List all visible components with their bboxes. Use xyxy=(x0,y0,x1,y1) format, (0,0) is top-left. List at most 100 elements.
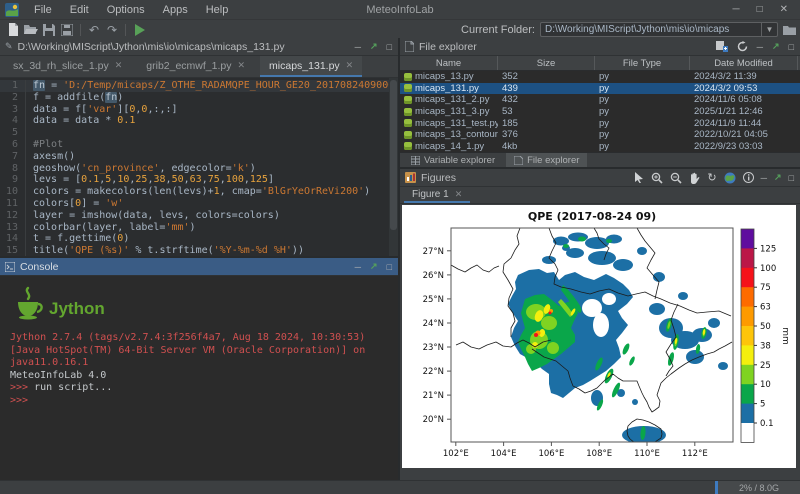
column-header-name[interactable]: Name xyxy=(400,56,498,70)
chevron-down-icon[interactable]: ▼ xyxy=(761,23,777,36)
menu-options[interactable]: Options xyxy=(98,0,154,20)
code-lines: 1fn = 'D:/Temp/micaps/Z_OTHE_RADAMQPE_HO… xyxy=(0,80,398,256)
code-line[interactable]: 1fn = 'D:/Temp/micaps/Z_OTHE_RADAMQPE_HO… xyxy=(0,80,398,92)
globe-icon[interactable] xyxy=(724,172,736,184)
menu-help[interactable]: Help xyxy=(197,0,238,20)
table-row[interactable]: micaps_13.py352py2024/3/2 11:39 xyxy=(400,71,800,83)
code-token: , edgecolor= xyxy=(159,163,231,174)
tab-variable-explorer[interactable]: Variable explorer xyxy=(403,153,503,167)
cell-text: 439 xyxy=(502,83,518,94)
paste-path-icon[interactable] xyxy=(716,41,728,52)
panel-float-icon[interactable]: ↗ xyxy=(370,41,378,52)
console-output[interactable]: Jython Jython 2.7.4 (tags/v2.7.4:3f256f4… xyxy=(0,276,398,480)
cell-text: micaps_13_contourf.py xyxy=(415,129,498,140)
colorbar: 0.15102538506375100125mm xyxy=(741,229,790,443)
table-row[interactable]: micaps_131_3.py53py2025/1/21 12:46 xyxy=(400,106,800,118)
panel-maximize-icon[interactable]: □ xyxy=(387,42,392,52)
tab-file-explorer[interactable]: File explorer xyxy=(506,153,587,167)
table-row[interactable]: micaps_13_contourf.py376py2022/10/21 04:… xyxy=(400,129,800,141)
memory-indicator[interactable]: 2% / 8.0G xyxy=(715,481,800,494)
table-row[interactable]: micaps_131_2.py432py2024/11/6 05:08 xyxy=(400,94,800,106)
menu-edit[interactable]: Edit xyxy=(61,0,98,20)
editor-tab-micaps_131.py[interactable]: micaps_131.py✕ xyxy=(260,56,362,77)
menu-apps[interactable]: Apps xyxy=(154,0,197,20)
editor-tab-sx_3d_rh_slice_1.py[interactable]: sx_3d_rh_slice_1.py✕ xyxy=(4,56,131,77)
column-header-file-type[interactable]: File Type xyxy=(595,56,690,70)
colorbar-unit-label: mm xyxy=(780,327,790,345)
panel-minimize-icon[interactable]: ─ xyxy=(761,173,767,183)
zoom-out-icon[interactable] xyxy=(670,172,682,184)
open-file-button[interactable] xyxy=(22,22,40,38)
window-maximize-button[interactable]: □ xyxy=(757,4,763,15)
code-line[interactable]: 12layer = imshow(data, levs, colors=colo… xyxy=(0,210,398,222)
new-file-button[interactable] xyxy=(4,22,22,38)
panel-minimize-icon[interactable]: ─ xyxy=(355,42,361,52)
panel-minimize-icon[interactable]: ─ xyxy=(355,262,361,272)
code-line[interactable]: 11colors[0] = 'w' xyxy=(0,198,398,210)
table-row[interactable]: micaps_14_1.py4kbpy2022/9/23 03:03 xyxy=(400,141,800,152)
close-icon[interactable]: ✕ xyxy=(115,60,123,71)
editor-scrollbar-thumb[interactable] xyxy=(390,80,397,230)
editor-scrollbar[interactable] xyxy=(389,78,398,256)
code-editor[interactable]: 1fn = 'D:/Temp/micaps/Z_OTHE_RADAMQPE_HO… xyxy=(0,78,398,256)
pointer-icon[interactable] xyxy=(634,172,644,183)
panel-float-icon[interactable]: ↗ xyxy=(774,172,782,183)
undo-button[interactable]: ↶ xyxy=(85,22,103,38)
code-line[interactable]: 8geoshow('cn_province', edgecolor='k') xyxy=(0,163,398,175)
table-row[interactable]: micaps_131.py439py2024/3/2 09:53 xyxy=(400,83,800,95)
panel-minimize-icon[interactable]: ─ xyxy=(757,42,763,52)
menu-file[interactable]: File xyxy=(25,0,61,20)
code-line-content: geoshow('cn_province', edgecolor='k') xyxy=(33,163,256,175)
column-header-size[interactable]: Size xyxy=(498,56,595,70)
refresh-icon[interactable] xyxy=(737,41,748,52)
code-line[interactable]: 13colorbar(layer, label='mm') xyxy=(0,222,398,234)
code-token: fn xyxy=(33,80,45,91)
browse-folder-button[interactable] xyxy=(783,25,796,35)
panel-maximize-icon[interactable]: □ xyxy=(387,262,392,272)
close-icon[interactable]: ✕ xyxy=(238,60,246,71)
close-icon[interactable]: ✕ xyxy=(346,60,354,71)
editor-file-path: D:\Working\MIScript\Jython\mis\io\micaps… xyxy=(18,41,285,53)
panel-maximize-icon[interactable]: □ xyxy=(789,173,794,183)
svg-text:21°N: 21°N xyxy=(423,391,444,401)
code-line[interactable]: 6#Plot xyxy=(0,139,398,151)
code-line[interactable]: 9levs = [0.1,5,10,25,38,50,63,75,100,125… xyxy=(0,174,398,186)
info-icon[interactable] xyxy=(743,172,754,183)
save-as-button[interactable] xyxy=(58,22,76,38)
code-line[interactable]: 4data = data * 0.1 xyxy=(0,115,398,127)
window-controls: ─ □ ✕ xyxy=(732,4,800,15)
run-script-button[interactable] xyxy=(130,22,148,38)
redo-button[interactable]: ↷ xyxy=(103,22,121,38)
window-minimize-button[interactable]: ─ xyxy=(732,4,739,15)
close-icon[interactable]: ✕ xyxy=(455,189,463,200)
line-number: 15 xyxy=(0,245,26,256)
rotate-icon[interactable]: ↻ xyxy=(707,171,716,184)
cell-file-type: py xyxy=(595,141,690,152)
cell-text: 2022/10/21 04:05 xyxy=(694,129,768,140)
tab-figure-1[interactable]: Figure 1 ✕ xyxy=(404,187,470,203)
table-row[interactable]: micaps_131_test.py185py2024/11/9 11:44 xyxy=(400,117,800,129)
code-line[interactable]: 5 xyxy=(0,127,398,139)
window-close-button[interactable]: ✕ xyxy=(780,4,788,15)
panel-float-icon[interactable]: ↗ xyxy=(370,261,378,272)
code-line[interactable]: 7axesm() xyxy=(0,151,398,163)
save-button[interactable] xyxy=(40,22,58,38)
panel-maximize-icon[interactable]: □ xyxy=(789,42,794,52)
editor-tab-grib2_ecmwf_1.py[interactable]: grib2_ecmwf_1.py✕ xyxy=(137,56,254,77)
column-header-date-modified[interactable]: Date Modified xyxy=(690,56,798,70)
code-line[interactable]: 2f = addfile(fn) xyxy=(0,92,398,104)
code-line[interactable]: 14t = f.gettime(0) xyxy=(0,233,398,245)
zoom-in-icon[interactable] xyxy=(651,172,663,184)
figure-canvas[interactable]: QPE (2017-08-24 09)102°E104°E106°E108°E1… xyxy=(402,205,796,468)
code-line[interactable]: 15title('QPE (%s)' % t.strftime('%Y-%m-%… xyxy=(0,245,398,256)
code-line-content: data = data * 0.1 xyxy=(33,115,135,127)
svg-text:27°N: 27°N xyxy=(423,247,444,257)
code-token: % t.strftime( xyxy=(129,245,213,256)
cell-date-modified: 2022/10/21 04:05 xyxy=(690,129,798,140)
code-token: 10 xyxy=(117,174,129,185)
code-line[interactable]: 3data = f['var'][0,0,:,:] xyxy=(0,104,398,116)
current-folder-combobox[interactable]: D:\Working\MIScript\Jython\mis\io\micaps… xyxy=(540,22,778,37)
code-line[interactable]: 10colors = makecolors(len(levs)+1, cmap=… xyxy=(0,186,398,198)
pan-hand-icon[interactable] xyxy=(689,172,700,184)
panel-float-icon[interactable]: ↗ xyxy=(772,41,780,52)
